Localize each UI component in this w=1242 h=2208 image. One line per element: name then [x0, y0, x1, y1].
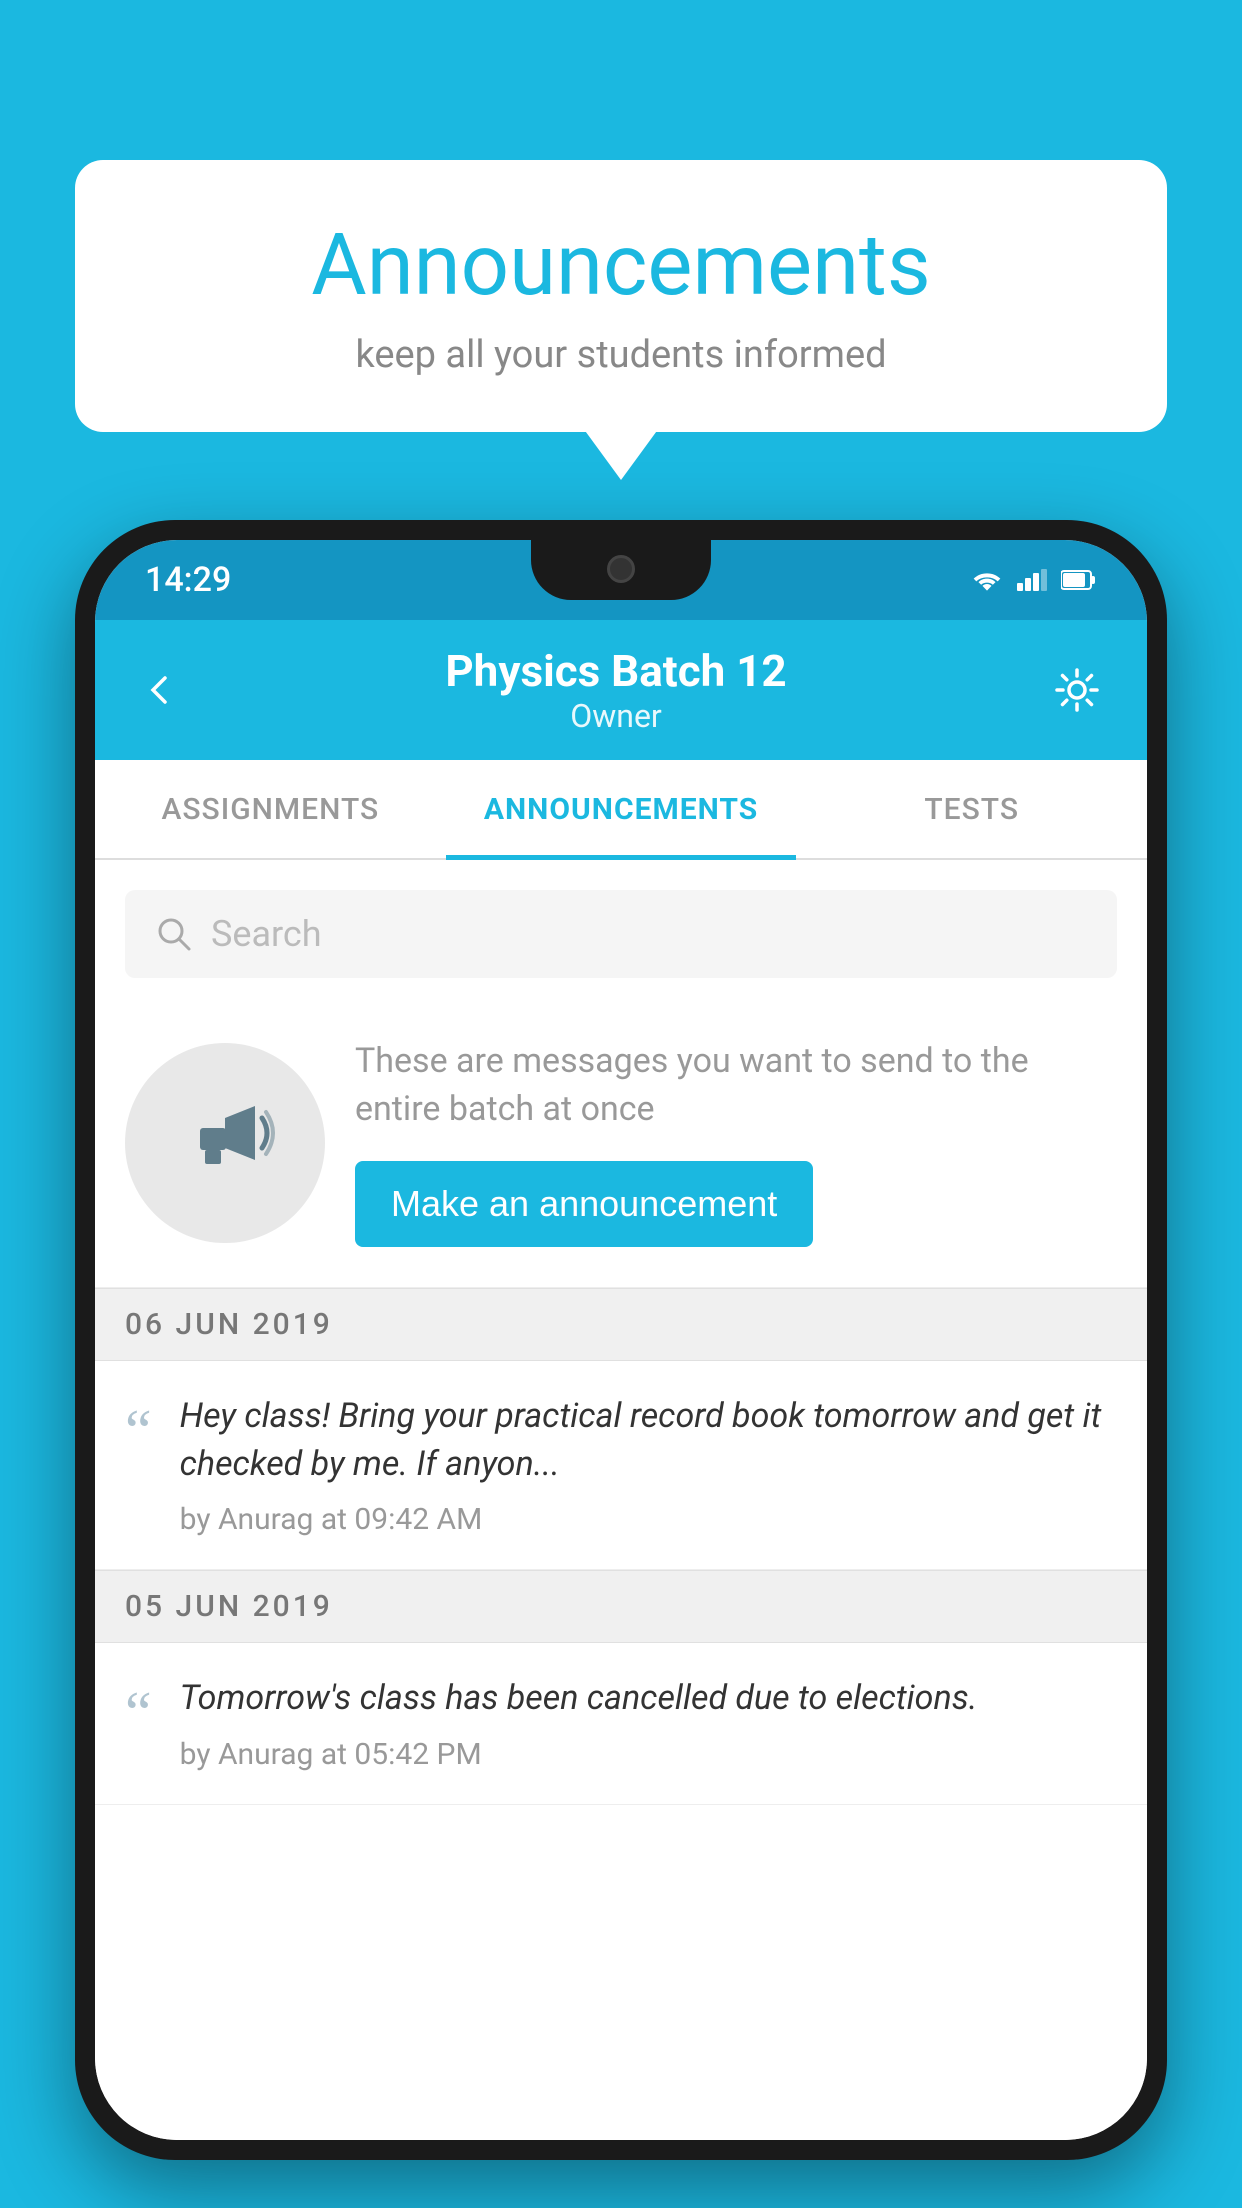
app-bar: Physics Batch 12 Owner	[95, 620, 1147, 760]
settings-gear-icon	[1051, 664, 1103, 716]
status-icons	[971, 569, 1097, 591]
search-icon	[155, 915, 193, 953]
app-bar-center: Physics Batch 12 Owner	[185, 645, 1047, 735]
date-separator-2: 05 JUN 2019	[95, 1570, 1147, 1643]
megaphone-circle	[125, 1043, 325, 1243]
status-time: 14:29	[145, 560, 231, 600]
search-input[interactable]: Search	[211, 913, 322, 955]
speech-bubble-section: Announcements keep all your students inf…	[75, 160, 1167, 432]
empty-state-section: These are messages you want to send to t…	[95, 998, 1147, 1288]
announcement-author-2: by Anurag at 05:42 PM	[180, 1737, 1117, 1772]
announcement-author-1: by Anurag at 09:42 AM	[180, 1502, 1117, 1537]
signal-icon	[1017, 569, 1047, 591]
bubble-title: Announcements	[135, 215, 1107, 315]
empty-state-description: These are messages you want to send to t…	[355, 1038, 1117, 1133]
announcement-content-2: Tomorrow's class has been cancelled due …	[180, 1675, 1117, 1772]
megaphone-icon	[170, 1088, 280, 1198]
back-arrow-icon	[140, 670, 180, 710]
quote-icon-2: “	[125, 1683, 152, 1743]
phone-screen: 14:29	[95, 540, 1147, 2140]
settings-button[interactable]	[1047, 660, 1107, 720]
tab-announcements[interactable]: ANNOUNCEMENTS	[446, 760, 797, 858]
tab-tests[interactable]: TESTS	[796, 760, 1147, 858]
phone-container: 14:29	[75, 520, 1167, 2208]
phone-device: 14:29	[75, 520, 1167, 2160]
date-separator-1: 06 JUN 2019	[95, 1288, 1147, 1361]
battery-icon	[1061, 569, 1097, 591]
quote-icon-1: “	[125, 1401, 152, 1461]
announcement-item-2[interactable]: “ Tomorrow's class has been cancelled du…	[95, 1643, 1147, 1805]
back-button[interactable]	[135, 665, 185, 715]
app-bar-title: Physics Batch 12	[185, 645, 1047, 697]
phone-notch	[531, 540, 711, 600]
announcement-content-1: Hey class! Bring your practical record b…	[180, 1393, 1117, 1537]
announcement-text-2: Tomorrow's class has been cancelled due …	[180, 1675, 1117, 1723]
bubble-subtitle: keep all your students informed	[135, 333, 1107, 377]
announcement-item-1[interactable]: “ Hey class! Bring your practical record…	[95, 1361, 1147, 1570]
make-announcement-button[interactable]: Make an announcement	[355, 1161, 813, 1247]
tabs-container: ASSIGNMENTS ANNOUNCEMENTS TESTS	[95, 760, 1147, 860]
search-bar[interactable]: Search	[125, 890, 1117, 978]
tab-assignments[interactable]: ASSIGNMENTS	[95, 760, 446, 858]
empty-state-content: These are messages you want to send to t…	[355, 1038, 1117, 1247]
wifi-icon	[971, 569, 1003, 591]
announcement-text-1: Hey class! Bring your practical record b…	[180, 1393, 1117, 1488]
content-area: Search	[95, 862, 1147, 2140]
app-bar-subtitle: Owner	[185, 697, 1047, 735]
speech-bubble: Announcements keep all your students inf…	[75, 160, 1167, 432]
camera-dot	[607, 555, 635, 583]
